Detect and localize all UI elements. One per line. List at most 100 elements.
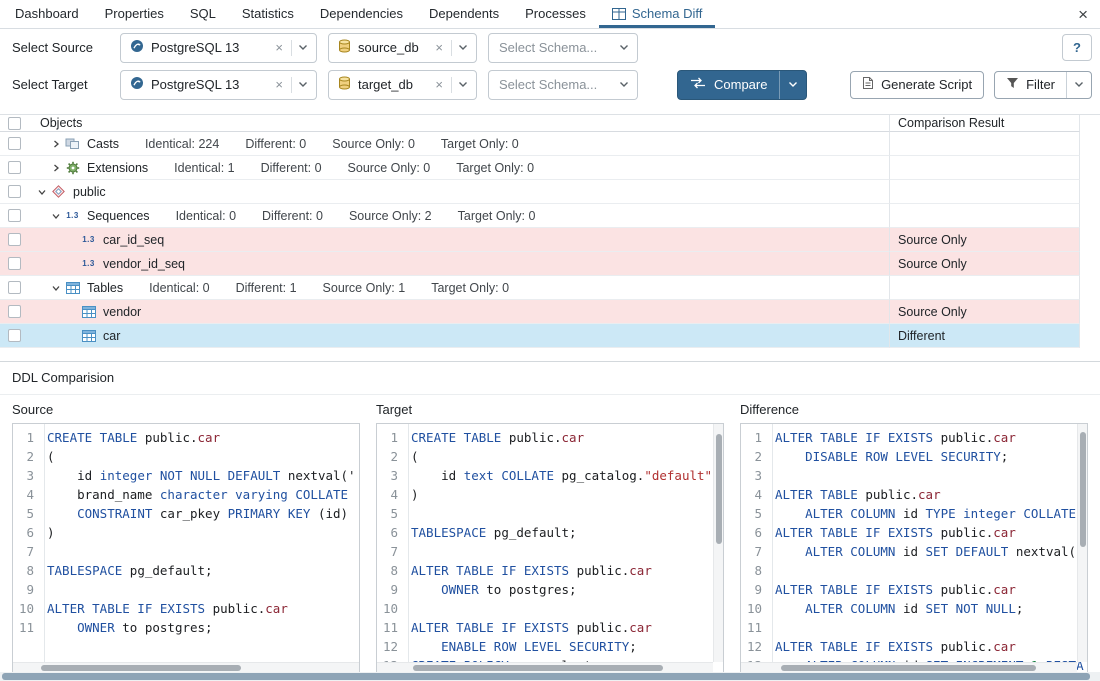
chevron-down-icon[interactable] [456,44,470,51]
scrollbar-thumb[interactable] [781,665,1036,671]
ddl-pane-target: Target 1CREATE TABLE public.car2(3 id te… [376,402,724,673]
chevron-right-icon[interactable] [48,139,64,149]
tab-label: Dependencies [320,6,403,21]
stat-value: Different: 1 [236,281,297,295]
line-number: 7 [13,542,39,561]
grid-row-car-id-seq[interactable]: 1.3car_id_seqSource Only [0,228,1100,252]
chevron-down-icon[interactable] [456,81,470,88]
chevron-down-icon[interactable] [34,187,50,197]
target-server-value: PostgreSQL 13 [151,77,239,92]
tab-schema-diff[interactable]: Schema Diff [599,0,716,28]
filter-button[interactable]: Filter [994,71,1092,99]
grid-row-casts[interactable]: CastsIdentical: 224Different: 0Source On… [0,132,1100,156]
horizontal-scrollbar[interactable] [13,662,359,672]
scrollbar-thumb[interactable] [41,665,241,671]
help-button[interactable]: ? [1062,34,1092,61]
scrollbar-thumb[interactable] [413,665,663,671]
source-server-select[interactable]: PostgreSQL 13 × [120,33,317,63]
grid-row-tables[interactable]: TablesIdentical: 0Different: 1Source Onl… [0,276,1100,300]
object-label: car [103,329,120,343]
source-pane-title: Source [12,402,360,417]
tab-statistics[interactable]: Statistics [229,0,307,28]
target-schema-select[interactable]: Select Schema... [488,70,638,100]
tab-dependencies[interactable]: Dependencies [307,0,416,28]
row-checkbox[interactable] [8,257,21,270]
source-database-select[interactable]: source_db × [328,33,477,63]
clear-icon[interactable]: × [271,41,287,54]
chevron-down-icon[interactable] [296,44,310,51]
chevron-down-icon[interactable] [48,211,64,221]
objects-cell: 1.3SequencesIdentical: 0Different: 0Sour… [28,204,890,228]
chevron-down-icon[interactable] [617,81,631,88]
grid-scrollbar-gutter [1080,204,1100,228]
tab-dependents[interactable]: Dependents [416,0,512,28]
grid-row-public[interactable]: public [0,180,1100,204]
chevron-down-icon[interactable] [617,44,631,51]
grid-row-extensions[interactable]: ExtensionsIdentical: 1Different: 0Source… [0,156,1100,180]
code-line: 3 [741,466,1087,485]
code-line: 9ALTER TABLE IF EXISTS public.car [741,580,1087,599]
row-checkbox[interactable] [8,185,21,198]
stat-value: Source Only: 0 [348,161,431,175]
code-line: 4) [377,485,723,504]
generate-script-button[interactable]: Generate Script [850,71,984,99]
row-checkbox[interactable] [8,281,21,294]
clear-icon[interactable]: × [431,41,447,54]
tab-properties[interactable]: Properties [92,0,177,28]
object-label: Extensions [87,161,148,175]
difference-code-editor[interactable]: 1ALTER TABLE IF EXISTS public.car2 DISAB… [740,423,1088,673]
clear-icon[interactable]: × [431,78,447,91]
sequence-icon: 1.3 [80,235,97,244]
tab-processes[interactable]: Processes [512,0,599,28]
chevron-down-icon[interactable] [48,283,64,293]
code-text: ENABLE ROW LEVEL SECURITY; [403,637,637,656]
sequence-icon: 1.3 [80,259,97,268]
grid-row-vendor-id-seq[interactable]: 1.3vendor_id_seqSource Only [0,252,1100,276]
grid-row-vendor[interactable]: vendorSource Only [0,300,1100,324]
tab-dashboard[interactable]: Dashboard [2,0,92,28]
comparison-grid: Objects Comparison Result CastsIdentical… [0,114,1100,348]
target-database-select[interactable]: target_db × [328,70,477,100]
chevron-right-icon[interactable] [48,163,64,173]
gutter-divider [772,424,773,662]
code-line: 4ALTER TABLE public.car [741,485,1087,504]
horizontal-scrollbar[interactable] [377,662,713,672]
row-checkbox[interactable] [8,329,21,342]
source-schema-select[interactable]: Select Schema... [488,33,638,63]
grid-row-sequences[interactable]: 1.3SequencesIdentical: 0Different: 0Sour… [0,204,1100,228]
chevron-down-icon[interactable] [1067,81,1091,88]
target-code-editor[interactable]: 1CREATE TABLE public.car2(3 id text COLL… [376,423,724,673]
target-server-select[interactable]: PostgreSQL 13 × [120,70,317,100]
tab-sql[interactable]: SQL [177,0,229,28]
select-all-checkbox[interactable] [8,117,21,130]
line-number: 6 [377,523,403,542]
close-icon[interactable]: × [1078,6,1088,23]
chevron-down-icon[interactable] [296,81,310,88]
scrollbar-thumb[interactable] [1080,432,1086,547]
grid-row-car[interactable]: carDifferent [0,324,1100,348]
checkbox-cell [0,132,28,156]
line-number: 5 [741,504,767,523]
row-checkbox[interactable] [8,137,21,150]
tab-label: Properties [105,6,164,21]
row-checkbox[interactable] [8,305,21,318]
row-checkbox[interactable] [8,209,21,222]
compare-button[interactable]: Compare [677,70,807,100]
line-number: 11 [377,618,403,637]
code-text: ALTER TABLE IF EXISTS public.car [403,618,652,637]
code-line: 9 OWNER to postgres; [377,580,723,599]
line-number: 12 [377,637,403,656]
window-horizontal-scrollbar[interactable] [0,672,1100,681]
chevron-down-icon[interactable] [780,71,806,99]
row-checkbox[interactable] [8,233,21,246]
clear-icon[interactable]: × [271,78,287,91]
scrollbar-thumb[interactable] [716,434,722,544]
vertical-scrollbar[interactable] [713,424,723,662]
line-number: 3 [13,466,39,485]
source-code-editor[interactable]: 1CREATE TABLE public.car2(3 id integer N… [12,423,360,673]
scrollbar-thumb[interactable] [2,673,1090,680]
row-checkbox[interactable] [8,161,21,174]
code-text [403,504,411,523]
horizontal-scrollbar[interactable] [741,662,1077,672]
vertical-scrollbar[interactable] [1077,424,1087,662]
